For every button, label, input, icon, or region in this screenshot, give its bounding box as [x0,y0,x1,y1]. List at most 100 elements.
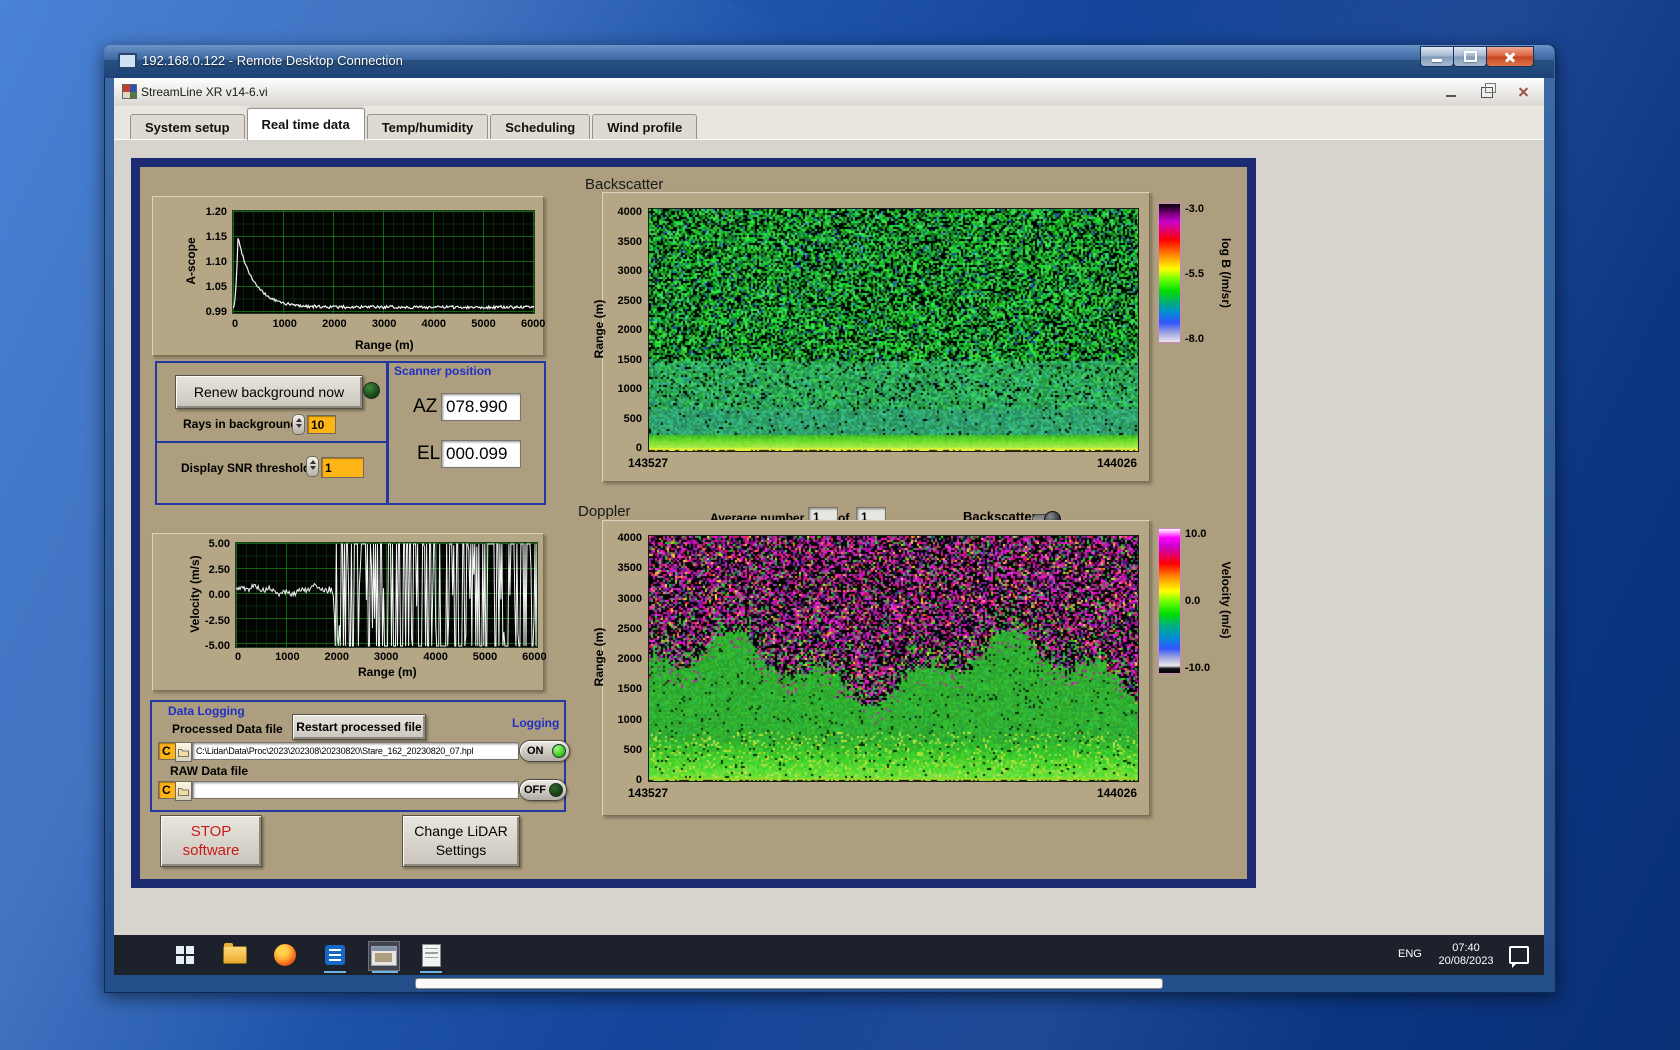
backscatter-colorbar-tick: -3.0 [1185,203,1204,215]
horizontal-scrollbar-thumb[interactable] [415,978,1163,989]
az-value-field[interactable]: 078.990 [441,393,521,421]
backscatter-y-tick: 3500 [617,235,642,248]
scanner-position-title: Scanner position [394,364,492,378]
stop-label-line2: software [182,842,240,859]
data-logging-title: Data Logging [168,704,245,718]
open-app-indicator [420,971,442,973]
ascope-x-tick: 5000 [471,318,496,330]
change-lidar-settings-button[interactable]: Change LiDAR Settings [402,815,520,867]
file-explorer-button[interactable] [222,941,248,969]
logging-label: Logging [512,716,560,730]
backscatter-colorbar-tick: -5.5 [1185,268,1204,280]
desktop: 192.168.0.122 - Remote Desktop Connectio… [0,0,1680,1050]
ascope-x-tick: 2000 [322,318,347,330]
restart-processed-file-button[interactable]: Restart processed file [292,714,426,740]
velocity-x-tick: 4000 [423,651,448,663]
snr-threshold-label: Display SNR threshold [181,461,311,475]
stop-software-button[interactable]: STOP software [160,815,262,867]
blue-lines-app-icon [325,945,345,965]
app-restore-button[interactable] [1472,82,1502,101]
el-value-field[interactable]: 000.099 [441,440,521,468]
app-close-button[interactable] [1508,83,1538,101]
velocity-y-axis-title: Velocity (m/s) [188,555,202,633]
app-window-title: StreamLine XR v14-6.vi [141,85,268,99]
snr-value-field[interactable]: 1 [321,457,364,478]
processed-logging-on-button[interactable]: ON [519,740,570,762]
maximize-button[interactable] [1453,46,1487,67]
change-label-line1: Change LiDAR [414,823,508,839]
remote-app-icon [371,946,397,966]
blue-lines-app-button[interactable] [322,941,348,969]
renew-background-button[interactable]: Renew background now [175,375,363,409]
close-button[interactable] [1486,46,1534,67]
doppler-y-tick: 500 [623,743,642,756]
doppler-time-start: 143527 [628,786,669,800]
rays-spinner[interactable] [292,414,305,435]
ascope-x-tick: 6000 [520,318,546,330]
backscatter-colorbar-tick: -8.0 [1185,333,1204,345]
raw-data-file-label: RAW Data file [170,764,249,778]
tab-scheduling[interactable]: Scheduling [490,114,591,140]
folder-icon [223,943,247,964]
rays-value-field[interactable]: 10 [307,415,336,434]
doppler-y-tick: 3000 [617,592,642,605]
minimize-button[interactable] [1420,46,1454,67]
tab-system-setup[interactable]: System setup [130,114,245,140]
folder-icon [178,787,189,796]
ascope-x-tick: 1000 [272,318,297,330]
raw-path-field[interactable] [192,781,519,799]
ascope-y-tick: 1.20 [205,206,227,218]
tab-temp-humidity[interactable]: Temp/humidity [366,114,489,140]
doppler-colorbar-tick: -10.0 [1185,662,1211,674]
snr-spinner[interactable] [306,456,319,477]
velocity-x-tick: 6000 [522,651,547,663]
language-indicator[interactable]: ENG [1398,948,1422,960]
off-label: OFF [524,784,546,796]
doppler-y-tick: 2500 [617,622,642,635]
doppler-y-axis-title: Range (m) [592,627,606,687]
start-button[interactable] [172,941,198,969]
taskbar-clock[interactable]: 07:40 20/08/2023 [1434,942,1498,968]
doppler-colorbar-tick: 0.0 [1185,595,1201,607]
backscatter-y-tick: 3000 [617,265,642,277]
backscatter-y-tick: 1500 [617,353,642,366]
doppler-colorbar-title: Velocity (m/s) [1219,561,1233,639]
app-minimize-button[interactable] [1436,83,1466,101]
doppler-y-tick: 4000 [617,532,642,544]
processed-data-file-label: Processed Data file [172,722,283,736]
on-led [552,744,566,758]
raw-logging-off-button[interactable]: OFF [519,779,567,801]
open-app-indicator [324,971,346,973]
tab-wind-profile[interactable]: Wind profile [592,114,698,140]
doppler-colorbar-tick: 10.0 [1185,528,1207,540]
velocity-y-tick: 5.00 [208,538,230,550]
start-icon [176,946,194,964]
backscatter-colorbar-title: log B (/m/sr) [1219,237,1233,309]
processed-folder-browse-button[interactable] [175,742,192,762]
velocity-y-tick: -5.00 [204,640,230,652]
backscatter-title: Backscatter [585,176,664,193]
doppler-time-end: 144026 [1096,786,1137,800]
velocity-x-tick: 0 [234,651,242,663]
stop-label-line1: STOP [190,823,232,840]
backscatter-y-tick: 1000 [617,383,642,395]
el-label: EL [417,443,441,464]
scanner-position-box [386,361,546,505]
velocity-y-tick: 0.00 [208,589,230,601]
processed-path-field[interactable]: C:\Lidar\Data\Proc\2023\202308\20230820\… [192,742,519,760]
tab-real-time-data[interactable]: Real time data [246,108,365,140]
firefox-button[interactable] [272,941,298,969]
raw-folder-browse-button[interactable] [175,781,192,801]
ascope-y-tick: 1.10 [205,256,227,268]
folder-icon [178,748,189,757]
remote-app-button[interactable] [368,941,400,971]
velocity-x-tick: 2000 [324,651,350,663]
app-title-bar[interactable] [114,78,1544,107]
notifications-button[interactable] [1506,941,1532,969]
backscatter-y-axis-title: Range (m) [592,299,606,359]
document-app-button[interactable] [418,941,444,969]
backscatter-y-tick: 2500 [617,294,642,307]
ascope-y-tick: 0.99 [205,306,227,318]
doppler-y-tick: 1500 [617,683,642,696]
ascope-y-tick: 1.15 [205,231,227,243]
